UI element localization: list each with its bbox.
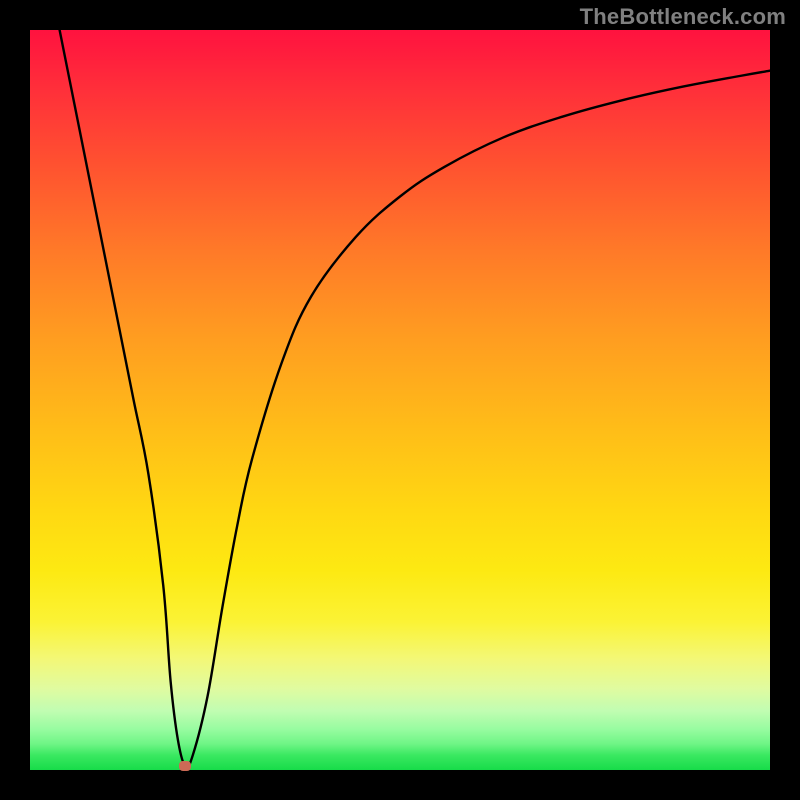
watermark-text: TheBottleneck.com [580, 4, 786, 30]
bottleneck-curve [30, 30, 770, 770]
plot-area [30, 30, 770, 770]
optimal-point-marker [179, 761, 191, 771]
chart-frame: TheBottleneck.com [0, 0, 800, 800]
